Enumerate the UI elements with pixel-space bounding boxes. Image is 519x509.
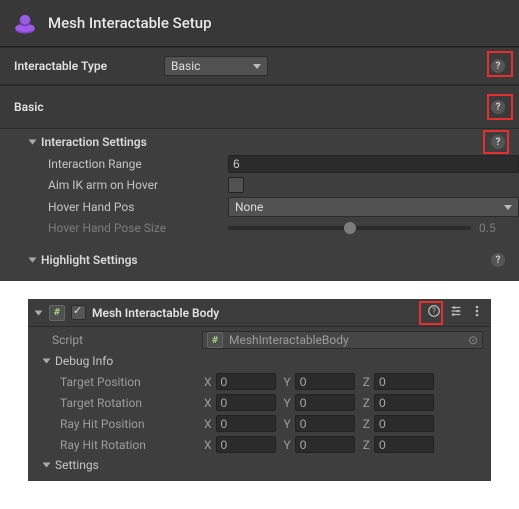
help-reference-icon[interactable]: ? [427,304,441,321]
interaction-range-label: Interaction Range [48,157,228,171]
vector3-y-input[interactable] [295,436,355,453]
axis-label-z: Z [363,375,370,389]
vector3-x-input[interactable] [216,415,276,432]
component-title: Mesh Interactable Body [92,306,421,320]
interactable-type-label: Interactable Type [14,59,164,73]
mesh-logo-icon [12,10,38,36]
vector3-label: Ray Hit Rotation [60,438,200,452]
vector3-row: Target Rotation X Y Z [36,392,483,413]
axis-label-z: Z [363,438,370,452]
foldout-arrow-icon [43,463,51,468]
interactable-type-row: Interactable Type Basic ? [0,47,519,85]
foldout-arrow-icon [43,359,51,364]
vector3-z-input[interactable] [374,436,434,453]
chevron-down-icon [253,64,261,69]
vector3-row: Ray Hit Rotation X Y Z [36,434,483,455]
aim-ik-label: Aim IK arm on Hover [48,178,228,192]
hover-hand-pos-dropdown[interactable]: None [228,197,519,217]
highlight-settings-foldout[interactable]: Highlight Settings ? [0,247,519,271]
axis-label-z: Z [363,396,370,410]
foldout-arrow-icon [35,310,43,315]
debug-info-title: Debug Info [55,354,113,368]
axis-label-x: X [204,417,212,431]
help-icon[interactable]: ? [491,100,505,114]
settings-foldout[interactable]: Settings [36,455,483,475]
vector3-label: Ray Hit Position [60,417,200,431]
script-reference-field[interactable]: # MeshInteractableBody ⊙ [202,331,483,349]
settings-title: Settings [55,458,99,472]
slider-thumb[interactable] [344,222,356,234]
help-icon[interactable]: ? [491,253,505,267]
axis-label-y: Y [284,375,291,389]
interaction-range-input[interactable] [228,155,519,173]
interactable-type-value: Basic [171,59,200,73]
vector3-label: Target Rotation [60,396,200,410]
axis-label-y: Y [284,438,291,452]
hover-hand-pose-size-value: 0.5 [479,221,519,235]
debug-info-foldout[interactable]: Debug Info [36,351,483,371]
hover-hand-pos-value: None [235,200,263,214]
vector3-y-input[interactable] [295,373,355,390]
hover-hand-pose-size-slider[interactable] [228,226,471,230]
axis-label-y: Y [284,396,291,410]
vector3-y-input[interactable] [295,394,355,411]
chevron-down-icon [504,205,512,210]
vector3-y-input[interactable] [295,415,355,432]
hover-hand-pose-size-label: Hover Hand Pose Size [48,221,228,235]
context-menu-icon[interactable] [471,304,483,321]
help-icon[interactable]: ? [491,135,505,149]
aim-ik-row: Aim IK arm on Hover [0,175,519,195]
basic-section-header: Basic ? [0,85,519,129]
foldout-arrow-icon [29,258,37,263]
script-label: Script [52,333,202,347]
mesh-interactable-panel: Mesh Interactable Setup Interactable Typ… [0,0,519,281]
script-name: MeshInteractableBody [229,333,349,347]
axis-label-y: Y [284,417,291,431]
panel-header: Mesh Interactable Setup [0,0,519,47]
object-picker-icon[interactable]: ⊙ [468,333,478,347]
aim-ik-checkbox[interactable] [228,177,244,193]
foldout-arrow-icon [29,140,37,145]
vector3-x-input[interactable] [216,436,276,453]
axis-label-x: X [204,438,212,452]
axis-label-x: X [204,375,212,389]
script-row: Script # MeshInteractableBody ⊙ [36,329,483,351]
component-enable-checkbox[interactable] [71,305,86,320]
script-icon: # [49,305,65,321]
vector3-label: Target Position [60,375,200,389]
vector3-x-input[interactable] [216,373,276,390]
hover-hand-pose-size-row: Hover Hand Pose Size 0.5 [0,219,519,237]
basic-title: Basic [14,100,164,114]
component-inspector: # Mesh Interactable Body ? Script # Mesh… [28,299,491,481]
vector3-z-input[interactable] [374,394,434,411]
hover-hand-pos-row: Hover Hand Pos None [0,195,519,219]
preset-icon[interactable] [449,304,463,321]
vector3-z-input[interactable] [374,373,434,390]
axis-label-z: Z [363,417,370,431]
panel-title: Mesh Interactable Setup [48,14,212,32]
vector3-x-input[interactable] [216,394,276,411]
vector3-z-input[interactable] [374,415,434,432]
help-icon[interactable]: ? [491,59,505,73]
component-header[interactable]: # Mesh Interactable Body ? [28,299,491,327]
vector3-row: Target Position X Y Z [36,371,483,392]
highlight-settings-title: Highlight Settings [41,253,138,267]
interactable-type-dropdown[interactable]: Basic [164,56,268,76]
script-icon: # [207,332,223,348]
axis-label-x: X [204,396,212,410]
interaction-settings-foldout[interactable]: Interaction Settings ? [0,129,519,153]
vector3-row: Ray Hit Position X Y Z [36,413,483,434]
svg-text:?: ? [432,307,436,316]
interaction-settings-title: Interaction Settings [41,135,147,149]
hover-hand-pos-label: Hover Hand Pos [48,200,228,214]
interaction-range-row: Interaction Range [0,153,519,175]
